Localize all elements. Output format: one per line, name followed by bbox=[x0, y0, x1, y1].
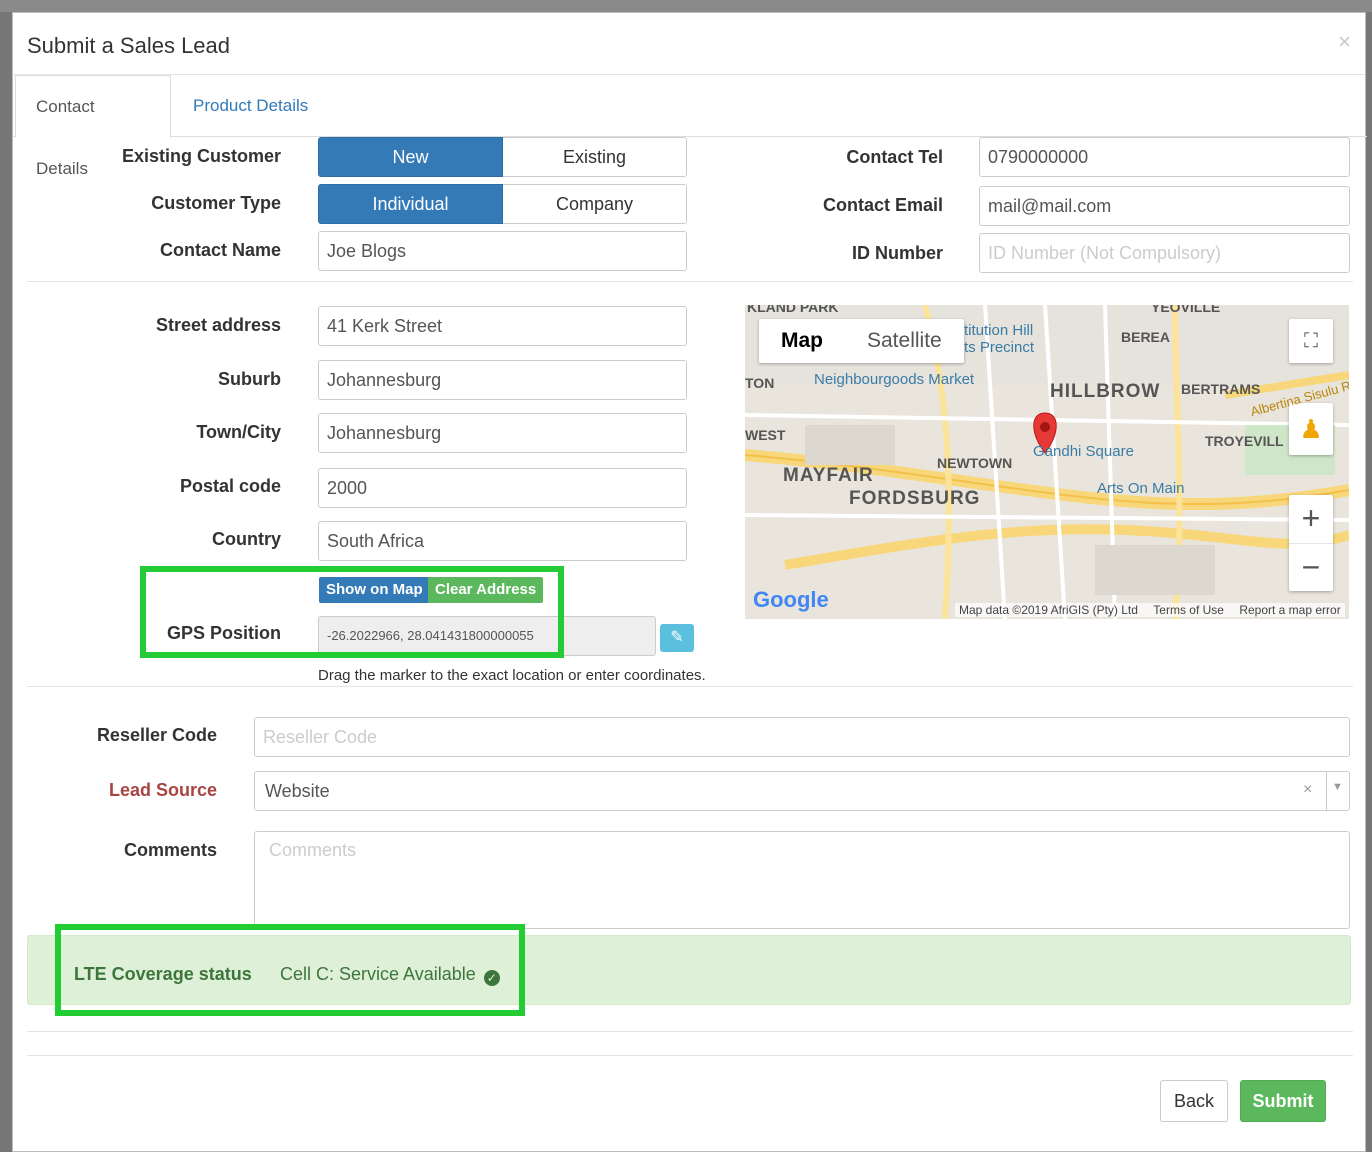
gps-position-input[interactable]: -26.2022966, 28.041431800000055 bbox=[318, 616, 656, 656]
map-type-satellite[interactable]: Satellite bbox=[845, 319, 964, 363]
contact-email-input[interactable]: mail@mail.com bbox=[979, 186, 1350, 226]
customer-type-toggle: Individual Company bbox=[318, 184, 687, 224]
lead-source-label: Lead Source bbox=[108, 780, 217, 800]
location-map[interactable]: Map Satellite ⛶ ♟ + − KLAND PARK YEOVILL… bbox=[745, 305, 1349, 619]
close-icon[interactable]: × bbox=[1338, 29, 1351, 55]
lead-source-select[interactable]: Website bbox=[254, 771, 1350, 811]
comments-textarea[interactable]: Comments bbox=[254, 831, 1350, 929]
google-logo: Google bbox=[753, 587, 829, 612]
gps-position-label: GPS Position bbox=[166, 623, 281, 643]
zoom-out-button[interactable]: − bbox=[1289, 543, 1333, 591]
existing-customer-button[interactable]: Existing bbox=[503, 137, 687, 177]
map-label-ton: TON bbox=[745, 375, 775, 391]
map-label-neighbourgoods: Neighbourgoods Market bbox=[814, 371, 975, 388]
id-number-input[interactable]: ID Number (Not Compulsory) bbox=[979, 233, 1350, 273]
id-number-label: ID Number bbox=[851, 243, 943, 263]
company-button[interactable]: Company bbox=[503, 184, 687, 224]
map-label-yeoville: YEOVILLE bbox=[1151, 305, 1221, 315]
postal-code-label: Postal code bbox=[179, 476, 281, 496]
zoom-control: + − bbox=[1289, 495, 1333, 591]
map-report-link[interactable]: Report a map error bbox=[1239, 603, 1340, 617]
gps-help-text: Drag the marker to the exact location or… bbox=[318, 667, 706, 684]
map-label-fordsburg: FORDSBURG bbox=[849, 488, 981, 509]
town-city-input[interactable]: Johannesburg bbox=[318, 413, 687, 453]
clear-selection-icon[interactable]: × bbox=[1303, 781, 1312, 799]
section-divider bbox=[27, 281, 1353, 282]
street-view-pegman-icon[interactable]: ♟ bbox=[1289, 403, 1333, 455]
clear-address-button[interactable]: Clear Address bbox=[428, 577, 544, 603]
country-input[interactable]: South Africa bbox=[318, 521, 687, 561]
existing-customer-toggle: New Existing bbox=[318, 137, 687, 177]
modal-title: Submit a Sales Lead bbox=[27, 33, 231, 58]
lte-coverage-alert: LTE Coverage status Cell C: Service Avai… bbox=[27, 935, 1351, 1005]
existing-customer-label: Existing Customer bbox=[121, 146, 281, 166]
contact-name-label: Contact Name bbox=[159, 240, 281, 260]
map-terms-link[interactable]: Terms of Use bbox=[1153, 603, 1224, 617]
section-divider-3 bbox=[27, 1031, 1353, 1032]
lte-coverage-status: Cell C: Service Available ✓ bbox=[280, 964, 500, 986]
street-address-label: Street address bbox=[155, 315, 281, 335]
map-data-credit: Map data ©2019 AfriGIS (Pty) Ltd bbox=[959, 603, 1138, 617]
map-label-kland: KLAND PARK bbox=[747, 305, 839, 315]
map-label-gandhi: Gandhi Square bbox=[1033, 443, 1134, 460]
map-type-map[interactable]: Map bbox=[759, 319, 845, 363]
map-label-constitution: titution Hill bbox=[964, 322, 1034, 339]
reseller-code-input[interactable]: Reseller Code bbox=[254, 717, 1350, 757]
map-label-arts: Arts On Main bbox=[1097, 480, 1185, 497]
suburb-label: Suburb bbox=[218, 369, 281, 389]
street-address-input[interactable]: 41 Kerk Street bbox=[318, 306, 687, 346]
individual-button[interactable]: Individual bbox=[318, 184, 503, 224]
comments-label: Comments bbox=[123, 840, 217, 860]
show-on-map-button[interactable]: Show on Map bbox=[319, 577, 430, 603]
map-label-berea: BEREA bbox=[1121, 329, 1171, 345]
contact-name-input[interactable]: Joe Blogs bbox=[318, 231, 687, 271]
suburb-input[interactable]: Johannesburg bbox=[318, 360, 687, 400]
select-separator bbox=[1326, 772, 1327, 810]
map-label-hillbrow: HILLBROW bbox=[1050, 381, 1161, 402]
map-label-west: WEST bbox=[745, 427, 786, 443]
map-label-mayfair: MAYFAIR bbox=[783, 465, 874, 486]
country-label: Country bbox=[212, 529, 281, 549]
contact-tel-label: Contact Tel bbox=[846, 147, 943, 167]
tab-contact-details[interactable]: Contact Details bbox=[15, 75, 171, 178]
new-customer-button[interactable]: New bbox=[318, 137, 503, 177]
town-city-label: Town/City bbox=[196, 422, 281, 442]
check-circle-icon: ✓ bbox=[483, 970, 500, 986]
submit-button[interactable]: Submit bbox=[1240, 1080, 1326, 1122]
map-attribution: Map data ©2019 AfriGIS (Pty) Ltd Terms o… bbox=[955, 603, 1345, 617]
modal-header: Submit a Sales Lead × bbox=[13, 13, 1365, 75]
map-label-newtown: NEWTOWN bbox=[937, 455, 1013, 471]
lte-coverage-label: LTE Coverage status bbox=[74, 964, 252, 984]
chevron-down-icon[interactable]: ▼ bbox=[1332, 781, 1343, 793]
zoom-in-button[interactable]: + bbox=[1289, 495, 1333, 543]
section-divider-2 bbox=[27, 686, 1353, 687]
map-label-troyeville: TROYEVILL bbox=[1205, 433, 1284, 449]
fullscreen-icon[interactable]: ⛶ bbox=[1289, 319, 1333, 363]
edit-pencil-icon[interactable]: ✎ bbox=[660, 624, 694, 652]
postal-code-input[interactable]: 2000 bbox=[318, 468, 687, 508]
map-label-bertrams: BERTRAMS bbox=[1181, 381, 1261, 397]
map-label-precinct: ts Precinct bbox=[964, 339, 1035, 356]
tab-product-details[interactable]: Product Details bbox=[173, 75, 328, 137]
tab-bar: Contact Details Product Details bbox=[13, 75, 1367, 178]
contact-tel-input[interactable]: 0790000000 bbox=[979, 137, 1350, 177]
customer-type-label: Customer Type bbox=[151, 193, 281, 213]
back-button[interactable]: Back bbox=[1160, 1080, 1228, 1122]
contact-email-label: Contact Email bbox=[822, 195, 943, 215]
footer-divider bbox=[27, 1055, 1353, 1056]
page-backdrop bbox=[0, 0, 1372, 12]
lte-coverage-value: Cell C: Service Available bbox=[280, 964, 476, 984]
map-type-control: Map Satellite bbox=[759, 319, 964, 363]
reseller-code-label: Reseller Code bbox=[96, 725, 217, 745]
sales-lead-modal: Submit a Sales Lead × Contact Details Pr… bbox=[12, 12, 1367, 1152]
